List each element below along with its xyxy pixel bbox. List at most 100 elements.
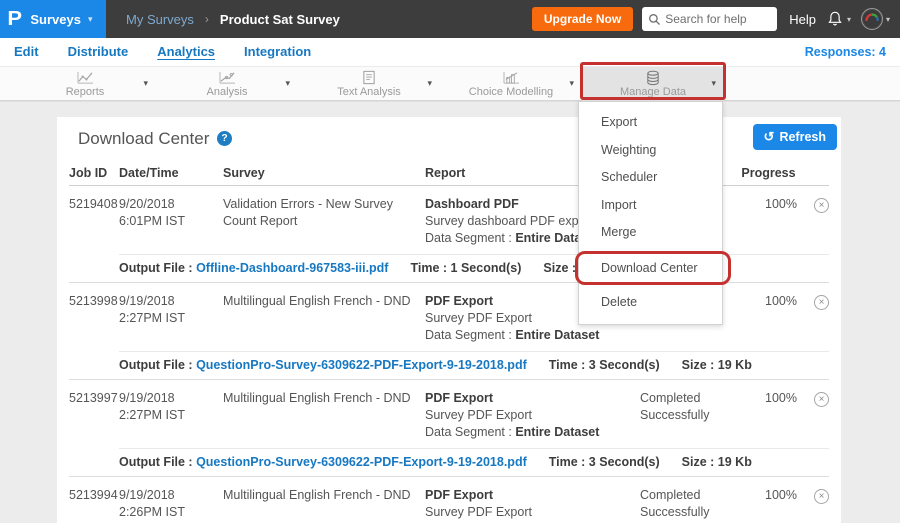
breadcrumb-my-surveys[interactable]: My Surveys	[126, 12, 194, 27]
responses-count: Responses: 4	[805, 45, 886, 59]
breadcrumb: My Surveys › Product Sat Survey	[126, 12, 340, 27]
table-row: 5213994 9/19/2018 2:26PM IST Multilingua…	[69, 477, 829, 523]
menu-item-export[interactable]: Export	[579, 109, 722, 137]
job-progress: 100%	[740, 293, 797, 344]
job-output-row: Output File : QuestionPro-Survey-6309622…	[119, 448, 829, 476]
job-progress: 100%	[740, 196, 797, 247]
choice-modelling-menu-button[interactable]: Choice Modelling ▾	[440, 67, 582, 101]
job-id: 5213994	[69, 487, 119, 523]
page-title: Download Center	[78, 129, 209, 149]
manage-data-dropdown: Export Weighting Scheduler Import Merge …	[578, 101, 723, 325]
download-center-panel: Download Center ? ↺Refresh Job ID Date/T…	[57, 117, 841, 523]
notifications-menu[interactable]: ▾	[826, 10, 851, 28]
database-icon	[645, 70, 661, 85]
job-status: Completed Successfully	[640, 390, 740, 441]
toolbar-item-label: Manage Data	[620, 86, 686, 98]
jobs-table: Job ID Date/Time Survey Report Progress …	[57, 160, 841, 523]
cancel-job-icon[interactable]: ×	[814, 198, 829, 213]
search-input[interactable]	[665, 12, 770, 26]
job-survey: Multilingual English French - DND	[223, 390, 425, 441]
output-file-link[interactable]: QuestionPro-Survey-6309622-PDF-Export-9-…	[196, 358, 527, 372]
chevron-down-icon: ▾	[569, 78, 574, 89]
bar-chart-icon	[502, 70, 521, 85]
tab-edit[interactable]: Edit	[14, 44, 39, 61]
job-report: PDF Export Survey PDF Export Data Segmen…	[425, 390, 640, 441]
job-progress: 100%	[740, 390, 797, 441]
cancel-job-icon[interactable]: ×	[814, 392, 829, 407]
chevron-down-icon: ▾	[847, 15, 851, 24]
chevron-down-icon: ▾	[886, 15, 890, 24]
toolbar-item-label: Text Analysis	[337, 86, 401, 98]
chevron-down-icon: ▾	[88, 14, 93, 25]
manage-data-menu-button[interactable]: Manage Data ▾	[582, 67, 724, 101]
job-datetime: 9/20/2018 6:01PM IST	[119, 196, 223, 247]
download-center-highlight-annotation: Download Center	[575, 251, 731, 285]
analysis-menu-button[interactable]: Analysis ▾	[156, 67, 298, 101]
topbar: P Surveys ▾ My Surveys › Product Sat Sur…	[0, 0, 900, 38]
job-id: 5213997	[69, 390, 119, 441]
analytics-toolbar: Reports ▾ Analysis ▾ Text Analysis ▾ Cho…	[0, 66, 900, 101]
questionpro-logo: P	[7, 8, 22, 31]
cancel-job-icon[interactable]: ×	[814, 489, 829, 504]
reports-menu-button[interactable]: Reports ▾	[14, 67, 156, 101]
job-progress: 100%	[740, 487, 797, 523]
chevron-down-icon: ▾	[285, 78, 290, 89]
job-id: 5219408	[69, 196, 119, 247]
chevron-down-icon: ▾	[711, 78, 716, 89]
bell-icon	[826, 10, 844, 28]
column-header-survey: Survey	[223, 166, 425, 180]
output-file-link[interactable]: Offline-Dashboard-967583-iii.pdf	[196, 261, 388, 275]
document-icon	[362, 70, 376, 85]
questionpro-app: P Surveys ▾ My Surveys › Product Sat Sur…	[0, 0, 900, 523]
tab-integration[interactable]: Integration	[244, 44, 311, 61]
column-header-datetime: Date/Time	[119, 166, 223, 180]
text-analysis-menu-button[interactable]: Text Analysis ▾	[298, 67, 440, 101]
job-size: Size : 19 Kb	[682, 455, 752, 469]
menu-item-download-center[interactable]: Download Center	[578, 254, 728, 282]
output-file-link[interactable]: QuestionPro-Survey-6309622-PDF-Export-9-…	[196, 455, 527, 469]
menu-item-delete[interactable]: Delete	[579, 289, 722, 317]
menu-item-scheduler[interactable]: Scheduler	[579, 164, 722, 192]
column-header-progress: Progress	[740, 166, 797, 180]
help-question-icon[interactable]: ?	[217, 131, 232, 146]
job-report: PDF Export Survey PDF Export Data Segmen…	[425, 487, 640, 523]
cancel-job-icon[interactable]: ×	[814, 295, 829, 310]
table-row: 5213997 9/19/2018 2:27PM IST Multilingua…	[69, 380, 829, 477]
main-content: Download Center ? ↺Refresh Job ID Date/T…	[0, 102, 900, 523]
search-icon	[648, 13, 661, 26]
toolbar-item-label: Reports	[66, 86, 105, 98]
job-time: Time : 3 Second(s)	[549, 358, 660, 372]
line-chart-icon	[76, 70, 95, 85]
job-datetime: 9/19/2018 2:27PM IST	[119, 293, 223, 344]
job-survey: Multilingual English French - DND	[223, 293, 425, 344]
refresh-button[interactable]: ↺Refresh	[753, 124, 837, 150]
surveys-menu-label: Surveys	[30, 12, 81, 27]
topbar-right: Upgrade Now Help ▾ ▾	[532, 7, 900, 31]
menu-item-import[interactable]: Import	[579, 192, 722, 220]
job-output-row: Output File : QuestionPro-Survey-6309622…	[119, 351, 829, 379]
tab-analytics[interactable]: Analytics	[157, 44, 215, 61]
avatar	[861, 8, 883, 30]
job-status: Completed Successfully	[640, 487, 740, 523]
job-datetime: 9/19/2018 2:26PM IST	[119, 487, 223, 523]
help-link[interactable]: Help	[789, 12, 816, 27]
upgrade-now-button[interactable]: Upgrade Now	[532, 7, 633, 31]
job-size: Size : 19 Kb	[682, 358, 752, 372]
job-survey: Validation Errors - New Survey Count Rep…	[223, 196, 425, 247]
help-search-box	[642, 7, 777, 31]
tab-distribute[interactable]: Distribute	[68, 44, 129, 61]
chevron-down-icon: ▾	[143, 78, 148, 89]
breadcrumb-current-survey: Product Sat Survey	[220, 12, 340, 27]
chevron-down-icon: ▾	[427, 78, 432, 89]
menu-item-merge[interactable]: Merge	[579, 219, 722, 247]
trend-chart-icon	[218, 70, 237, 85]
column-header-job-id: Job ID	[69, 166, 119, 180]
job-id: 5213998	[69, 293, 119, 344]
job-datetime: 9/19/2018 2:27PM IST	[119, 390, 223, 441]
menu-item-weighting[interactable]: Weighting	[579, 137, 722, 165]
job-survey: Multilingual English French - DND	[223, 487, 425, 523]
account-menu[interactable]: ▾	[861, 8, 890, 30]
toolbar-item-label: Analysis	[207, 86, 248, 98]
job-time: Time : 1 Second(s)	[410, 261, 521, 275]
surveys-product-menu[interactable]: P Surveys ▾	[0, 0, 106, 38]
